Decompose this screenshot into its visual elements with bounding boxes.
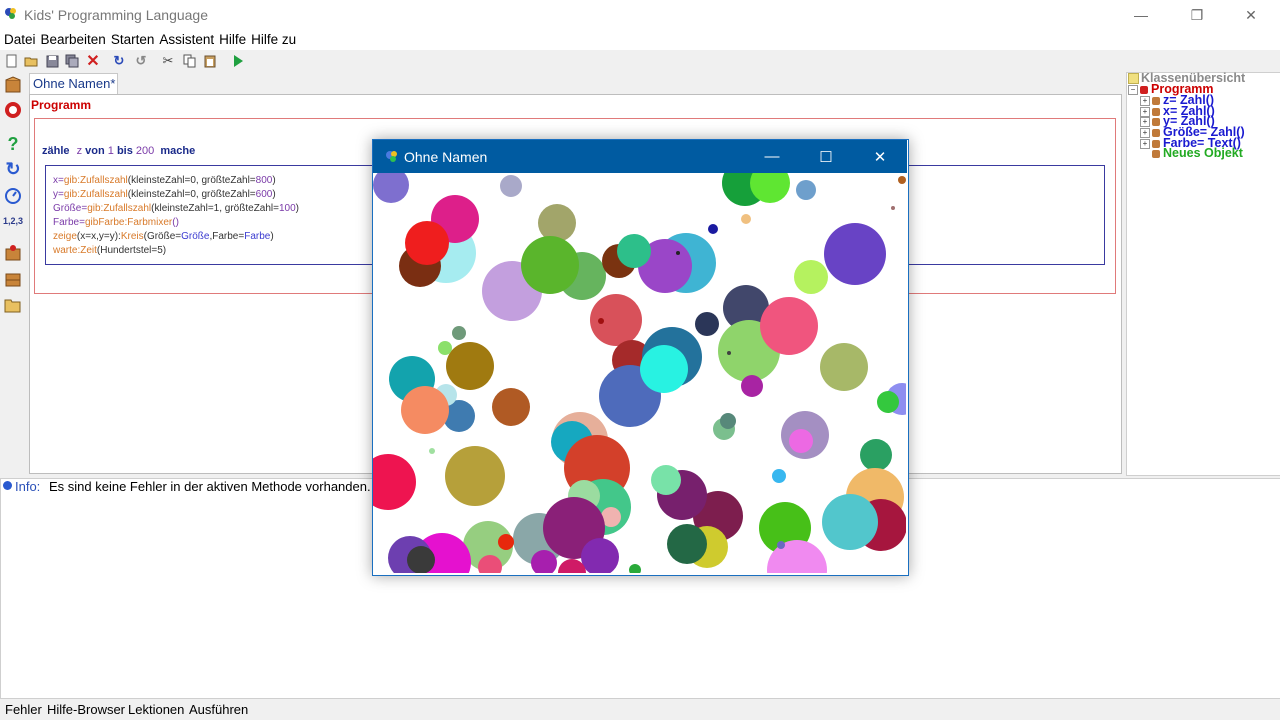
- expand-icon[interactable]: +: [1140, 138, 1150, 149]
- object-icon: [1152, 117, 1160, 126]
- code-line[interactable]: x=gib:Zufallszahl(kleinsteZahl=0, größte…: [53, 174, 276, 188]
- menu-starten[interactable]: Starten: [110, 31, 156, 48]
- tab-lektionen[interactable]: Lektionen: [128, 702, 184, 717]
- refresh-icon[interactable]: ↻: [4, 159, 22, 179]
- package-icon[interactable]: [4, 76, 22, 94]
- tree-item-new-object[interactable]: Neues Objekt: [1152, 147, 1243, 159]
- popup-maximize-button[interactable]: ☐: [803, 140, 849, 173]
- timer-icon[interactable]: [4, 186, 22, 204]
- toolbar: ✕ ↻ ↺ ✂: [0, 50, 1280, 72]
- loop-keyword-count: zähle: [42, 145, 70, 157]
- paste-icon[interactable]: [202, 53, 218, 69]
- tab-fehler[interactable]: Fehler: [5, 702, 42, 717]
- menu-assistent[interactable]: Assistent: [158, 31, 215, 48]
- code-line[interactable]: zeige(x=x,y=y):Kreis(Größe=Größe,Farbe=F…: [53, 230, 274, 244]
- save-all-icon[interactable]: [64, 53, 80, 69]
- app-logo-icon: [385, 149, 399, 163]
- folder-icon: [1128, 73, 1139, 85]
- menu-hilfe-zu[interactable]: Hilfe zu: [250, 31, 297, 48]
- open-folder-icon[interactable]: [23, 53, 39, 69]
- code-line[interactable]: Farbe=gibFarbe:Farbmixer(): [53, 216, 179, 230]
- object-icon: [1152, 96, 1160, 105]
- drawing-canvas: [373, 173, 906, 573]
- program-label: Programm: [31, 98, 92, 112]
- loop-keyword-do: mache: [160, 145, 196, 157]
- cut-icon[interactable]: ✂: [160, 53, 176, 69]
- tab-label: Ohne Namen*: [33, 76, 116, 91]
- popup-close-button[interactable]: ✕: [857, 140, 903, 173]
- loop-keyword-from: von: [85, 145, 105, 157]
- loop-header[interactable]: zähle z von 1 bis 200 mache: [42, 145, 195, 157]
- package-stack-icon[interactable]: [4, 270, 22, 288]
- menu-bar: Datei Bearbeiten Starten Assistent Hilfe Hilf…: [0, 30, 1280, 50]
- info-label: Info:: [15, 479, 41, 494]
- app-logo-icon: [4, 6, 18, 20]
- collapse-icon[interactable]: −: [1128, 84, 1138, 95]
- tab-ausfuehren[interactable]: Ausführen: [189, 702, 248, 717]
- object-icon: [1140, 85, 1148, 94]
- help-icon[interactable]: ?: [4, 134, 22, 154]
- info-icon: [3, 481, 12, 490]
- new-file-icon[interactable]: [4, 53, 20, 69]
- info-message: Es sind keine Fehler in der aktiven Meth…: [49, 479, 371, 494]
- object-icon: [1152, 149, 1160, 158]
- output-window-title: Ohne Namen: [404, 149, 488, 165]
- object-icon: [1152, 128, 1160, 137]
- menu-hilfe[interactable]: Hilfe: [218, 31, 247, 48]
- random-circles: [373, 173, 906, 573]
- gear-icon[interactable]: [4, 101, 22, 119]
- code-line[interactable]: Größe=gib:Zufallszahl(kleinsteZahl=1, gr…: [53, 202, 299, 216]
- undo-icon[interactable]: ↻: [111, 53, 127, 69]
- folder-open-icon[interactable]: [4, 296, 22, 314]
- tab-hilfe-browser[interactable]: Hilfe-Browser: [47, 702, 125, 717]
- delete-icon[interactable]: ✕: [85, 53, 101, 70]
- tab-ohne-namen[interactable]: Ohne Namen*: [29, 73, 118, 94]
- loop-to-value: 200: [135, 145, 155, 157]
- save-icon[interactable]: [44, 53, 60, 69]
- maximize-button[interactable]: ❐: [1174, 0, 1220, 30]
- window-title: Kids' Programming Language: [24, 7, 209, 23]
- bottom-tab-bar: Fehler Hilfe-Browser Lektionen Ausführen: [0, 699, 1280, 720]
- menu-datei[interactable]: Datei: [3, 31, 37, 48]
- object-package-icon[interactable]: [4, 244, 22, 262]
- run-icon[interactable]: [230, 53, 246, 69]
- minimize-button[interactable]: —: [1118, 0, 1164, 30]
- expand-icon[interactable]: +: [1140, 127, 1150, 138]
- loop-keyword-to: bis: [116, 145, 133, 157]
- close-button[interactable]: ✕: [1228, 0, 1274, 30]
- expand-icon[interactable]: +: [1140, 116, 1150, 127]
- object-icon: [1152, 107, 1160, 116]
- object-icon: [1152, 139, 1160, 148]
- loop-variable: z: [76, 145, 83, 157]
- expand-icon[interactable]: +: [1140, 95, 1150, 106]
- popup-minimize-button[interactable]: —: [749, 140, 795, 173]
- menu-bearbeiten[interactable]: Bearbeiten: [40, 31, 107, 48]
- copy-icon[interactable]: [181, 53, 197, 69]
- numbers-icon[interactable]: 1,2,3: [3, 212, 23, 230]
- loop-from-value: 1: [107, 145, 114, 157]
- redo-icon[interactable]: ↺: [133, 53, 149, 69]
- code-line[interactable]: warte:Zeit(Hundertstel=5): [53, 244, 166, 258]
- code-line[interactable]: y=gib:Zufallszahl(kleinsteZahl=0, größte…: [53, 188, 276, 202]
